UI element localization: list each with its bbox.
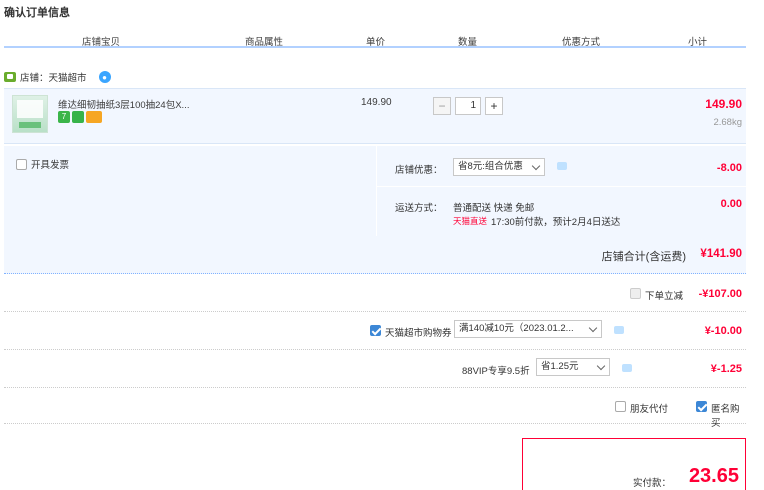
message-icon[interactable] [622, 364, 632, 372]
card-payment-icon[interactable] [86, 111, 102, 123]
col-unit-price: 单价 [366, 37, 386, 48]
shop-name[interactable]: 店铺：天猫超市 [20, 70, 87, 84]
shop-total-amount: ¥141.90 [700, 248, 742, 260]
seven-day-return-icon[interactable]: 7 [58, 111, 70, 123]
order-item-row: 维达细韧抽纸3层100抽24包X... 7 149.90 − 1 + 149.9… [4, 88, 746, 144]
chevron-down-icon [596, 361, 606, 371]
column-header: 店铺宝贝 商品属性 单价 数量 优惠方式 小计 [4, 32, 746, 48]
vip-label: 88VIP专享9.5折 [462, 366, 530, 377]
shop-icon [4, 72, 16, 82]
item-weight: 2.68kg [713, 117, 742, 128]
guarantee-icon[interactable] [72, 111, 84, 123]
friend-pay-checkbox[interactable] [615, 401, 626, 412]
quantity-input[interactable]: 1 [455, 97, 481, 115]
message-icon[interactable] [557, 162, 567, 170]
coupon-selected: 满140减10元（2023.01.2... [459, 323, 574, 334]
col-shop-item: 店铺宝贝 [82, 37, 121, 48]
col-quantity: 数量 [458, 37, 478, 48]
invoice-option[interactable]: 开具发票 [16, 157, 69, 171]
product-thumbnail[interactable] [12, 95, 48, 133]
payment-options-row: 朋友代付 匿名购买 [4, 388, 746, 429]
final-payment-label: 实付款： [633, 478, 672, 489]
vip-select[interactable]: 省1.25元 [536, 358, 610, 376]
final-payment-box: 实付款： 23.65 [522, 438, 746, 490]
chevron-down-icon [588, 323, 598, 333]
shop-options-panel: 店铺优惠： 省8元:组合优惠 -8.00 运送方式： 普通配送 快递 免邮 天猫… [376, 146, 747, 236]
coupon-row: 天猫超市购物券 满140减10元（2023.01.2... ¥-10.00 [4, 312, 746, 350]
anonymous-label: 匿名购买 [711, 404, 740, 429]
col-attributes: 商品属性 [245, 37, 284, 48]
page-title: 确认订单信息 [4, 7, 70, 19]
vip-amount: ¥-1.25 [710, 363, 742, 375]
col-promo: 优惠方式 [562, 37, 601, 48]
shipping-eta: 17:30前付款，预计2月4日送达 [491, 217, 621, 228]
shop-promo-amount: -8.00 [716, 162, 742, 174]
customer-service-icon[interactable]: ● [98, 71, 111, 83]
product-name[interactable]: 维达细韧抽纸3层100抽24包X... [58, 97, 189, 111]
anonymous-checkbox[interactable] [696, 401, 707, 412]
order-options: 开具发票 店铺优惠： 省8元:组合优惠 -8.00 运送方式： 普通配送 快递 … [4, 146, 747, 236]
divider [377, 186, 747, 187]
direct-discount-label: 下单立减 [645, 291, 684, 302]
item-subtotal: 149.90 [705, 97, 742, 111]
vip-selected: 省1.25元 [541, 361, 579, 372]
quantity-stepper[interactable]: − 1 + [433, 97, 503, 115]
service-badges: 7 [58, 111, 102, 123]
tmall-direct-logo: 天猫直送 [453, 216, 488, 226]
shipping-amount: 0.00 [720, 198, 742, 210]
coupon-checkbox[interactable] [370, 325, 381, 336]
coupon-amount: ¥-10.00 [704, 325, 742, 337]
invoice-label: 开具发票 [31, 160, 70, 171]
shop-total-row: 店铺合计(含运费) ¥141.90 [4, 236, 746, 274]
shipping-method: 普通配送 快递 免邮 [453, 203, 535, 214]
chevron-down-icon [531, 161, 541, 171]
shop-promo-select[interactable]: 省8元:组合优惠 [453, 158, 545, 176]
coupon-label: 天猫超市购物券 [385, 328, 452, 339]
coupon-select[interactable]: 满140减10元（2023.01.2... [454, 320, 602, 338]
direct-discount-row: 下单立减 -¥107.00 [4, 276, 746, 312]
final-payment-amount: 23.65 [688, 465, 739, 487]
friend-pay-label: 朋友代付 [630, 404, 669, 415]
vip-discount-row: 88VIP专享9.5折 省1.25元 ¥-1.25 [4, 350, 746, 388]
shop-promo-selected: 省8元:组合优惠 [458, 161, 523, 172]
direct-discount-checkbox [630, 288, 641, 299]
col-subtotal: 小计 [688, 37, 708, 48]
direct-discount-amount: -¥107.00 [698, 288, 742, 300]
message-icon[interactable] [614, 326, 624, 334]
shipping-detail: 天猫直送 17:30前付款，预计2月4日送达 [453, 214, 620, 228]
shop-promo-label: 店铺优惠： [395, 165, 443, 176]
invoice-checkbox[interactable] [16, 158, 27, 170]
decrease-quantity-button[interactable]: − [433, 97, 451, 115]
shipping-label: 运送方式： [395, 203, 443, 214]
increase-quantity-button[interactable]: + [485, 97, 503, 115]
unit-price: 149.90 [361, 97, 392, 108]
shop-line: 店铺：天猫超市 ● [4, 70, 111, 84]
shop-total-label: 店铺合计(含运费) [601, 251, 686, 263]
